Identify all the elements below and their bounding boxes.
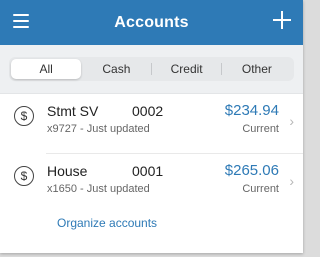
organize-accounts-link[interactable]: Organize accounts: [57, 216, 157, 230]
tab-credit[interactable]: Credit: [152, 59, 223, 79]
account-subtext: x1650 - Just updated: [47, 183, 150, 195]
accounts-screen: Accounts All Cash Credit Other $ Stmt SV…: [0, 0, 303, 253]
plus-icon[interactable]: [271, 9, 293, 31]
dollar-circle-icon: $: [14, 166, 34, 186]
chevron-right-icon: ›: [289, 173, 294, 189]
account-balance: $265.06: [224, 162, 279, 179]
header-bar: Accounts: [0, 0, 303, 45]
account-row-house[interactable]: $ House 0001 x1650 - Just updated $265.0…: [0, 154, 303, 214]
filter-tabs: All Cash Credit Other: [9, 57, 294, 81]
chevron-right-icon: ›: [289, 113, 294, 129]
account-balance: $234.94: [224, 102, 279, 119]
tab-all[interactable]: All: [11, 59, 82, 79]
account-number: 0001: [132, 163, 164, 179]
dollar-circle-icon: $: [14, 106, 34, 126]
account-name: House: [47, 163, 88, 179]
tab-other[interactable]: Other: [222, 59, 292, 79]
filter-tabs-container: All Cash Credit Other: [0, 45, 303, 94]
tab-cash[interactable]: Cash: [81, 59, 152, 79]
page-title: Accounts: [114, 13, 189, 31]
account-status: Current: [242, 183, 279, 195]
hamburger-menu-icon[interactable]: [13, 14, 29, 28]
account-subtext: x9727 - Just updated: [47, 123, 150, 135]
account-number: 0002: [132, 103, 164, 119]
account-status: Current: [242, 123, 279, 135]
account-row-stmt-sv[interactable]: $ Stmt SV 0002 x9727 - Just updated $234…: [0, 94, 303, 154]
account-name: Stmt SV: [47, 103, 99, 119]
